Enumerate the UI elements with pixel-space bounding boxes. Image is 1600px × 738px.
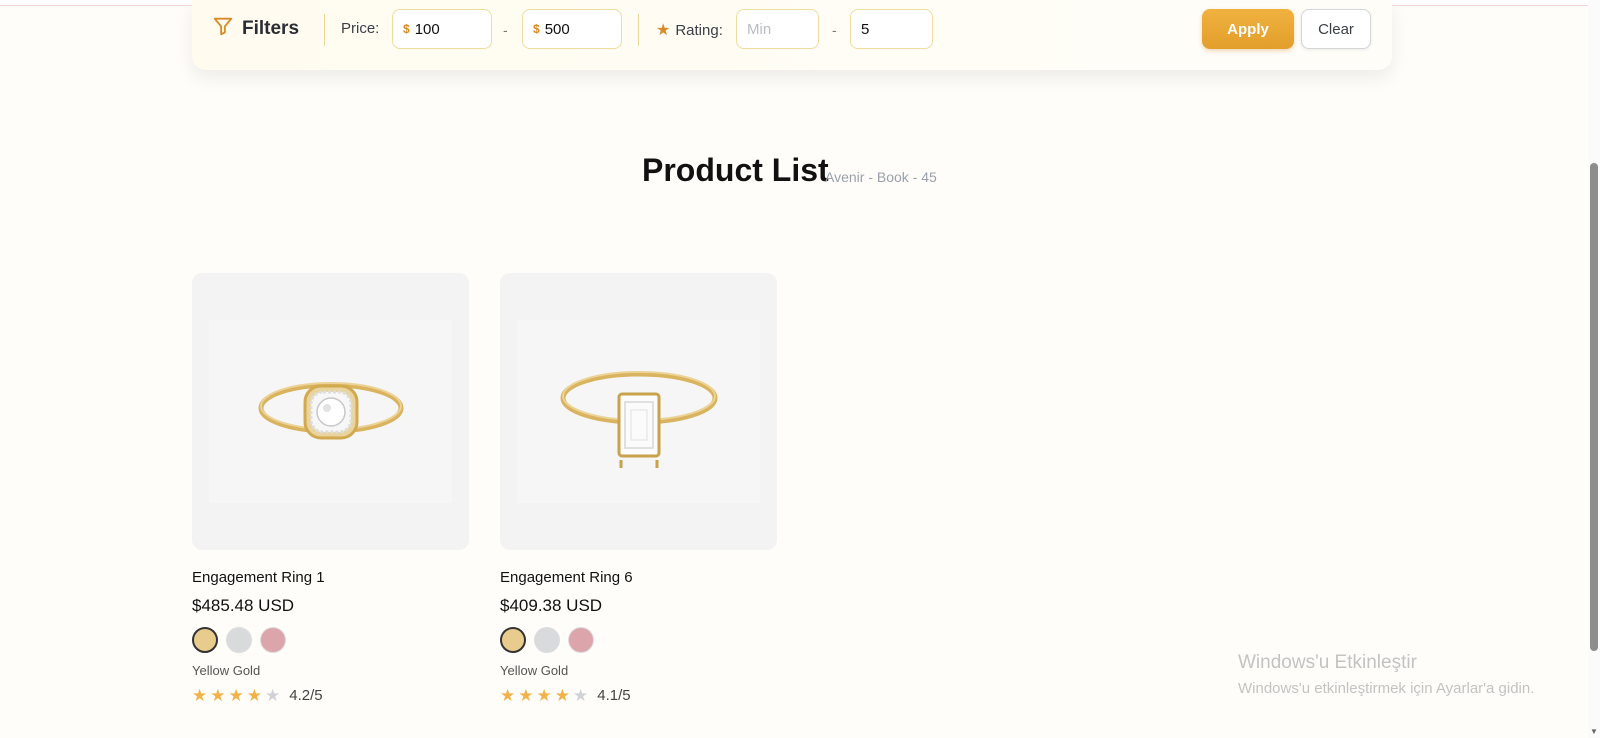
- swatch-yellow-gold[interactable]: [192, 627, 218, 653]
- rating-label-group: ★ Rating:: [656, 20, 723, 40]
- filters-title: Filters: [242, 18, 300, 39]
- clear-button[interactable]: Clear: [1301, 9, 1371, 49]
- star-icon: ★: [656, 22, 671, 39]
- swatch-white-gold[interactable]: [534, 627, 560, 653]
- price-min-value: 100: [414, 20, 440, 38]
- star-icon: ★: [210, 686, 226, 705]
- product-image[interactable]: [500, 273, 777, 550]
- metal-name: Yellow Gold: [500, 663, 569, 678]
- apply-button[interactable]: Apply: [1202, 9, 1294, 49]
- product-card[interactable]: Engagement Ring 1 $485.48 USD Yellow Gol…: [192, 273, 469, 704]
- currency-symbol: $: [403, 22, 410, 36]
- star-icon: ★: [536, 686, 552, 705]
- rating-max-value: 5: [861, 20, 870, 38]
- filters-heading: Filters: [212, 15, 300, 43]
- rating-max-input[interactable]: 5: [850, 9, 933, 49]
- star-icon: ★: [518, 686, 534, 705]
- product-card[interactable]: Engagement Ring 6 $409.38 USD Yellow Gol…: [500, 273, 777, 704]
- rating-min-input[interactable]: Min: [736, 9, 819, 49]
- star-icon: ★: [192, 686, 208, 705]
- divider: [324, 14, 325, 46]
- currency-symbol: $: [533, 22, 540, 36]
- page-subtitle: Avenir - Book - 45: [825, 169, 937, 185]
- rating-value: 4.2/5: [289, 687, 323, 704]
- swatch-rose-gold[interactable]: [568, 627, 594, 653]
- star-icon: ★: [228, 686, 244, 705]
- metal-swatches: [192, 627, 469, 653]
- page-title: Product List: [642, 152, 829, 188]
- emerald-cut-ring-image: [517, 320, 760, 503]
- price-max-input[interactable]: $ 500: [522, 9, 622, 49]
- rating-min-placeholder: Min: [747, 20, 772, 38]
- metal-name: Yellow Gold: [192, 663, 261, 678]
- product-price: $409.38 USD: [500, 596, 603, 615]
- filter-bar: Filters Price: $ 100 - $ 500 ★ Rating: M…: [192, 0, 1392, 70]
- product-rating: ★ ★ ★ ★ ★ 4.1/5: [500, 687, 777, 704]
- star-empty-icon: ★: [265, 686, 281, 705]
- halo-ring-image: [209, 320, 452, 503]
- activation-watermark-text: Windows'u etkinleştirmek için Ayarlar'a …: [1238, 680, 1535, 697]
- scroll-down-arrow-icon[interactable]: ▼: [1589, 727, 1599, 736]
- star-empty-icon: ★: [573, 686, 589, 705]
- price-label: Price:: [341, 20, 380, 37]
- price-max-value: 500: [544, 20, 570, 38]
- swatch-rose-gold[interactable]: [260, 627, 286, 653]
- activation-watermark-title: Windows'u Etkinleştir: [1238, 652, 1417, 673]
- star-icon: ★: [500, 686, 516, 705]
- star-icon: ★: [554, 686, 570, 705]
- swatch-yellow-gold[interactable]: [500, 627, 526, 653]
- swatch-white-gold[interactable]: [226, 627, 252, 653]
- filter-funnel-icon: [212, 15, 234, 43]
- range-dash: -: [832, 22, 837, 38]
- vertical-scrollbar[interactable]: ▼: [1588, 0, 1600, 738]
- product-name[interactable]: Engagement Ring 6: [500, 569, 777, 586]
- product-price: $485.48 USD: [192, 596, 295, 615]
- range-dash: -: [503, 22, 508, 38]
- rating-value: 4.1/5: [597, 687, 631, 704]
- metal-swatches: [500, 627, 777, 653]
- rating-label: Rating:: [675, 21, 723, 39]
- product-name[interactable]: Engagement Ring 1: [192, 569, 469, 586]
- product-image[interactable]: [192, 273, 469, 550]
- scrollbar-thumb[interactable]: [1590, 163, 1598, 651]
- product-rating: ★ ★ ★ ★ ★ 4.2/5: [192, 687, 469, 704]
- star-icon: ★: [246, 686, 262, 705]
- divider: [638, 14, 639, 46]
- price-min-input[interactable]: $ 100: [392, 9, 492, 49]
